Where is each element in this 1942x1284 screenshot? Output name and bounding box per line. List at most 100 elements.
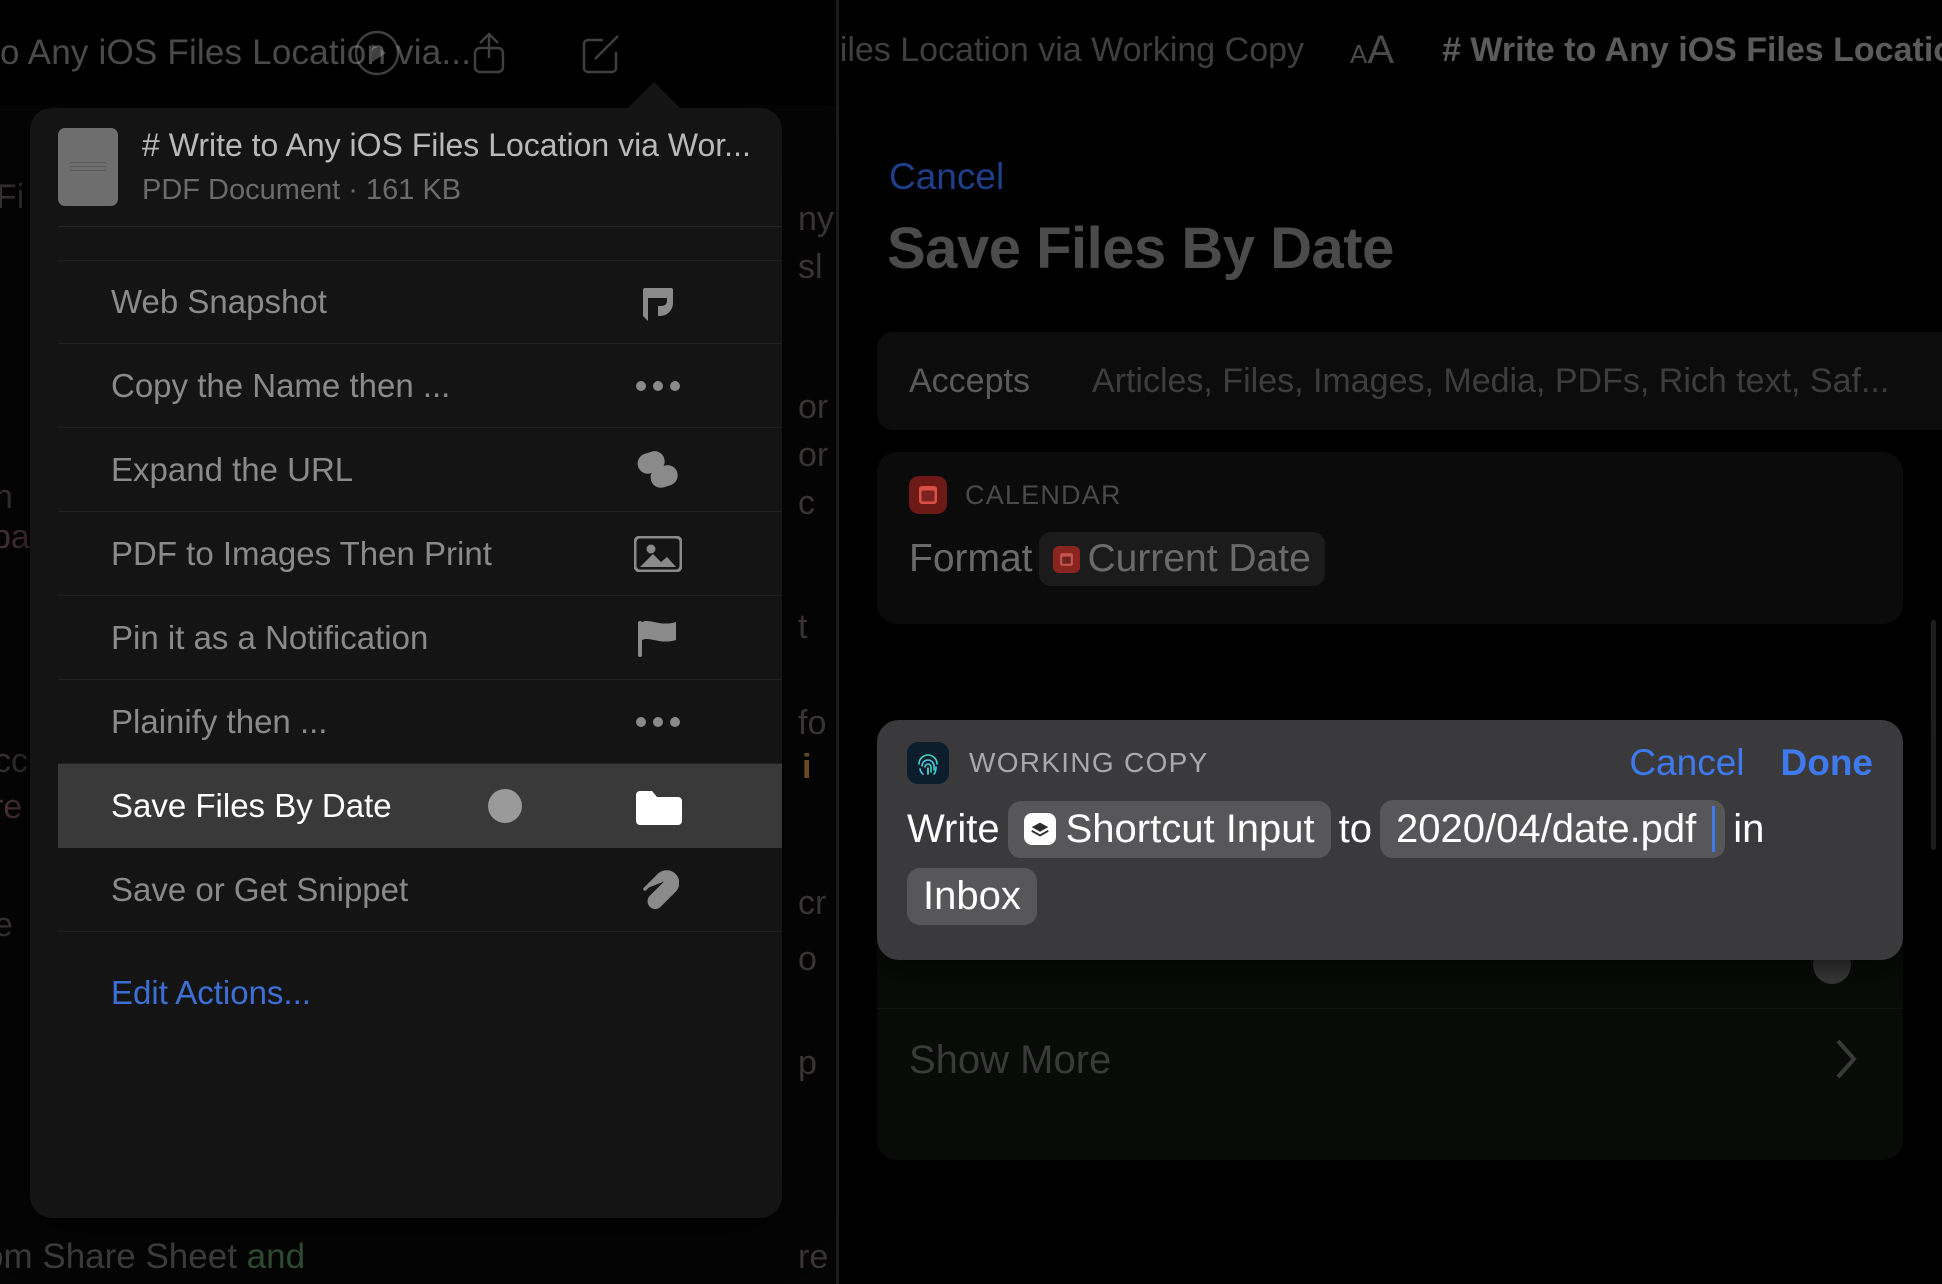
gutter-fragment: sl: [798, 248, 823, 287]
paperclip-icon: [630, 867, 686, 913]
document-subtitle: PDF Document · 161 KB: [142, 174, 751, 207]
share-action-save-or-get-snippet[interactable]: Save or Get Snippet: [58, 848, 782, 932]
background-bottom-fragment: om Share Sheet and: [0, 1237, 305, 1277]
gutter-fragment: p: [798, 1044, 817, 1083]
text-cursor: [1712, 806, 1715, 852]
document-thumbnail-icon: [58, 128, 118, 206]
pocket-p-icon: [630, 279, 686, 325]
show-more-button[interactable]: Show More: [909, 1038, 1111, 1083]
share-action-plainify[interactable]: Plainify then ...: [58, 680, 782, 764]
left-pane: o Any iOS Files Location via... Fi n pa …: [0, 0, 836, 1284]
working-copy-card-header: WORKING COPY Cancel Done: [877, 720, 1903, 784]
cancel-button[interactable]: Cancel: [889, 156, 1004, 198]
format-label: Format: [909, 537, 1033, 581]
share-action-label: Web Snapshot: [111, 283, 630, 321]
file-path-value: 2020/04/date.pdf: [1396, 807, 1696, 852]
accepts-row[interactable]: Accepts Articles, Files, Images, Media, …: [877, 332, 1942, 430]
gutter-fragment: re: [798, 1238, 828, 1277]
background-text-fragment: e: [0, 906, 13, 945]
bottom-fragment-text: om Share Sheet: [0, 1237, 247, 1276]
gutter-fragment: or: [798, 436, 828, 475]
document-meta: # Write to Any iOS Files Location via Wo…: [142, 127, 751, 207]
compose-icon[interactable]: [576, 28, 626, 78]
accepts-value: Articles, Files, Images, Media, PDFs, Ri…: [1092, 362, 1889, 401]
shortcut-editor-sheet: Cancel Save Files By Date Accepts Articl…: [839, 100, 1942, 1284]
vertical-scrollbar[interactable]: [1931, 620, 1936, 850]
ellipsis-icon: [630, 699, 686, 745]
gutter-fragment: or: [798, 388, 828, 427]
share-action-pdf-to-images[interactable]: PDF to Images Then Print: [58, 512, 782, 596]
calendar-card-header: CALENDAR: [877, 452, 1903, 514]
share-sheet-popover: # Write to Any iOS Files Location via Wo…: [30, 108, 782, 1218]
working-copy-done-button[interactable]: Done: [1781, 742, 1874, 784]
running-indicator-dot: [488, 789, 522, 823]
tab-title-write-to-any-ios[interactable]: # Write to Any iOS Files Locatio: [1442, 31, 1942, 70]
text-size-icon[interactable]: AA: [1350, 28, 1394, 73]
gutter-text-fragments: ny sl or or c t fo i cr o p re: [796, 0, 836, 1284]
chevron-right-icon: [1833, 1036, 1859, 1082]
ghost-card-divider: [877, 1008, 1903, 1009]
share-action-label: Pin it as a Notification: [111, 619, 630, 657]
share-action-web-snapshot[interactable]: Web Snapshot: [58, 260, 782, 344]
working-copy-fingerprint-icon: [907, 742, 949, 784]
photo-icon: [630, 531, 686, 577]
share-action-pin-notification[interactable]: Pin it as a Notification: [58, 596, 782, 680]
link-icon: [630, 447, 686, 493]
token-repository-inbox[interactable]: Inbox: [907, 868, 1037, 925]
working-copy-card-body: Write Shortcut Input to 2020/04/date.pdf…: [877, 784, 1903, 925]
share-action-label: Save or Get Snippet: [111, 871, 630, 909]
token-current-date-label: Current Date: [1088, 537, 1311, 581]
bottom-fragment-keyword: and: [247, 1237, 305, 1276]
share-action-label: PDF to Images Then Print: [111, 535, 630, 573]
calendar-token-icon: [1053, 546, 1080, 573]
token-shortcut-input-label: Shortcut Input: [1066, 807, 1315, 852]
page-title: Save Files By Date: [887, 215, 1394, 282]
background-text-fragment: re: [0, 788, 22, 827]
gutter-fragment: o: [798, 940, 817, 979]
share-actions-list: Web Snapshot Copy the Name then ... Expa…: [30, 260, 782, 932]
gutter-fragment: ny: [798, 200, 834, 239]
file-path-input[interactable]: 2020/04/date.pdf: [1380, 800, 1725, 858]
shared-document-header[interactable]: # Write to Any iOS Files Location via Wo…: [30, 108, 782, 226]
left-toolbar: o Any iOS Files Location via...: [0, 0, 836, 105]
word-to: to: [1339, 807, 1372, 852]
gutter-fragment: fo: [798, 704, 826, 743]
tab-title-working-copy[interactable]: Files Location via Working Copy: [839, 31, 1304, 70]
action-card-calendar[interactable]: CALENDAR Format Current Date: [877, 452, 1903, 624]
screen-root: o Any iOS Files Location via... Fi n pa …: [0, 0, 1942, 1284]
accepts-label: Accepts: [909, 362, 1030, 401]
gutter-fragment: i: [802, 748, 811, 787]
folder-icon: [630, 783, 686, 829]
play-circle-icon[interactable]: [352, 28, 402, 78]
token-current-date[interactable]: Current Date: [1039, 532, 1325, 586]
gutter-fragment: cr: [798, 884, 826, 923]
calendar-icon: [909, 476, 947, 514]
action-card-working-copy-active[interactable]: WORKING COPY Cancel Done Write Shortcut …: [877, 720, 1903, 960]
ellipsis-icon: [630, 363, 686, 409]
flag-icon: [630, 615, 686, 661]
header-divider: [58, 226, 782, 227]
share-action-save-files-by-date[interactable]: Save Files By Date: [58, 764, 782, 848]
text-size-large-a: A: [1367, 28, 1394, 73]
share-popover-arrow: [624, 82, 684, 112]
document-title: # Write to Any iOS Files Location via Wo…: [142, 127, 751, 164]
working-copy-app-name: WORKING COPY: [969, 747, 1629, 779]
word-write: Write: [907, 807, 1000, 852]
word-in: in: [1733, 807, 1764, 852]
shortcut-input-icon: [1024, 813, 1056, 845]
share-action-label: Expand the URL: [111, 451, 630, 489]
share-action-expand-url[interactable]: Expand the URL: [58, 428, 782, 512]
edit-actions-button[interactable]: Edit Actions...: [111, 974, 782, 1012]
right-topbar: Files Location via Working Copy AA # Wri…: [839, 0, 1942, 100]
token-shortcut-input[interactable]: Shortcut Input: [1008, 801, 1331, 858]
share-icon[interactable]: [464, 28, 514, 78]
share-action-label: Plainify then ...: [111, 703, 630, 741]
share-action-label: Copy the Name then ...: [111, 367, 630, 405]
share-action-copy-the-name[interactable]: Copy the Name then ...: [58, 344, 782, 428]
share-action-label: Save Files By Date: [111, 787, 488, 825]
background-text-fragment: pa: [0, 518, 30, 557]
working-copy-cancel-button[interactable]: Cancel: [1629, 742, 1744, 784]
background-text-fragment: Fi: [0, 178, 24, 217]
calendar-card-body: Format Current Date: [877, 514, 1903, 586]
text-size-small-a: A: [1350, 39, 1367, 70]
